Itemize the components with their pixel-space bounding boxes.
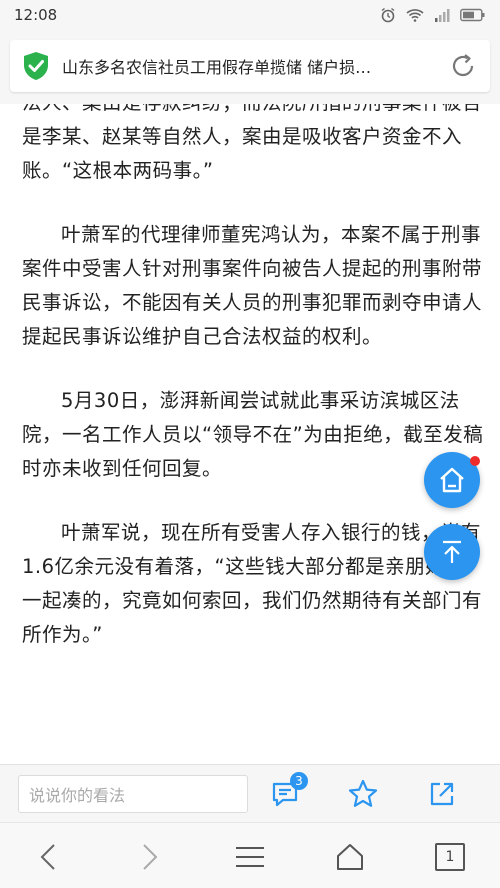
comment-input[interactable]: 说说你的看法 (18, 775, 248, 813)
comment-toolbar: 说说你的看法 (0, 764, 500, 822)
comment-count-badge: 3 (290, 772, 308, 790)
article-paragraph: 叶萧军的代理律师董宪鸿认为，本案不属于刑事案件中受害人针对刑事案件向被告人提起的… (22, 223, 483, 348)
home-nav-button[interactable] (330, 837, 370, 877)
address-bar: 山东多名农信社员工用假存单揽储 储户损… (0, 30, 500, 104)
star-icon (348, 779, 378, 807)
back-button[interactable] (28, 837, 68, 877)
page-title: 山东多名农信社员工用假存单揽储 储户损… (62, 58, 372, 77)
signal-icon (435, 9, 450, 22)
menu-button[interactable] (230, 837, 270, 877)
url-field[interactable]: 山东多名农信社员工用假存单揽储 储户损… (10, 40, 490, 92)
wifi-icon (406, 9, 424, 22)
notification-dot (470, 456, 480, 466)
tabs-button[interactable]: 1 (430, 837, 470, 877)
back-icon (40, 844, 55, 870)
reload-icon[interactable] (448, 51, 478, 81)
menu-icon (236, 847, 264, 867)
scroll-to-top-button[interactable] (424, 524, 480, 580)
article-content: 法人、案由是存款纠纷；而法院所指的刑事案件被告是李某、赵某等自然人，案由是吸收客… (0, 104, 500, 764)
battery-icon (460, 8, 485, 22)
home-icon (440, 467, 464, 493)
status-bar: 12:08 (0, 0, 500, 30)
arrow-up-icon (443, 540, 461, 563)
article-paragraph: 5月30日，澎湃新闻尝试就此事采访滨城区法院，一名工作人员以“领导不在”为由拒绝… (22, 389, 484, 480)
tabs-icon: 1 (435, 843, 465, 871)
favorite-button[interactable] (346, 777, 380, 811)
share-icon (430, 782, 454, 806)
article-paragraph: 法人、案由是存款纠纷；而法院所指的刑事案件被告是李某、赵某等自然人，案由是吸收客… (22, 104, 482, 182)
article-paragraph: 叶萧军说，现在所有受害人存入银行的钱，尚有1.6亿余元没有着落，“这些钱大部分都… (22, 521, 483, 646)
share-button[interactable] (425, 777, 459, 811)
shield-check-icon (24, 52, 48, 80)
forward-button[interactable] (130, 837, 170, 877)
forward-icon (143, 844, 158, 870)
home-nav-icon (337, 844, 363, 870)
alarm-icon (381, 7, 395, 23)
status-time: 12:08 (14, 6, 58, 24)
status-icons (380, 7, 486, 23)
browser-nav-bar: 1 (0, 822, 500, 888)
